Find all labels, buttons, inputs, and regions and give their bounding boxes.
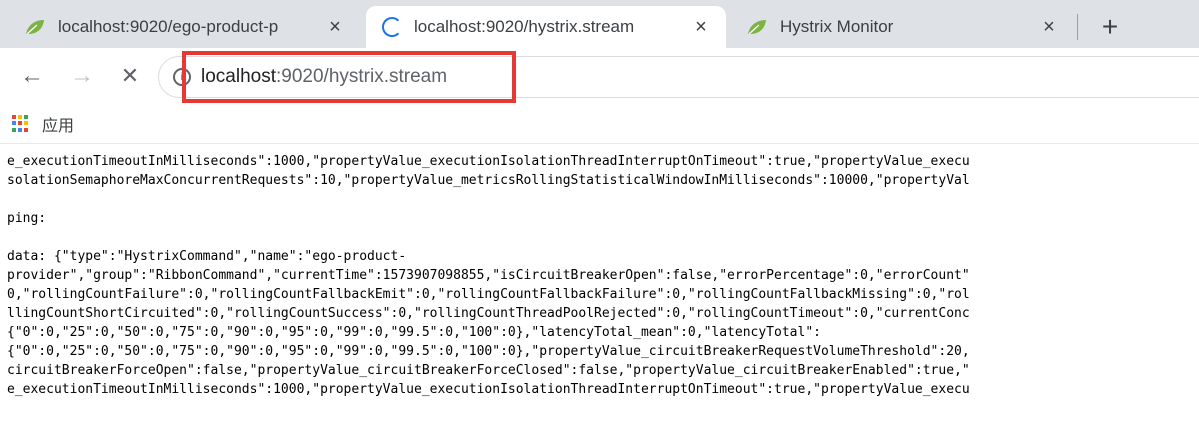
stream-line: circuitBreakerForceOpen":false,"property… [7,363,970,378]
tab-hystrix-monitor[interactable]: Hystrix Monitor × [730,6,1074,48]
ping-line: ping: [7,211,47,226]
stream-line: llingCountShortCircuited":0,"rollingCoun… [7,306,970,321]
stream-line: e_executionTimeoutInMilliseconds":1000,"… [7,154,970,169]
tab-ego-product[interactable]: localhost:9020/ego-product-p × [8,6,360,48]
stream-line: e_executionTimeoutInMilliseconds":1000,"… [7,382,970,397]
stop-button[interactable]: ✕ [114,60,146,92]
leaf-icon [748,20,766,35]
tab-separator [1077,14,1078,40]
tab-strip: localhost:9020/ego-product-p × localhost… [0,0,1199,48]
toolbar: ← → ✕ i localhost:9020/hystrix.stream [0,48,1199,104]
tab-hystrix-stream[interactable]: localhost:9020/hystrix.stream × [366,6,726,48]
bookmarks-bar: 应用 [0,104,1199,144]
back-button[interactable]: ← [16,60,48,92]
loading-spinner-icon [382,17,402,37]
stream-line: {"0":0,"25":0,"50":0,"75":0,"90":0,"95":… [7,325,821,340]
tab-close-button[interactable]: × [324,16,346,38]
apps-icon[interactable] [12,114,30,133]
stream-line: solationSemaphoreMaxConcurrentRequests":… [7,173,970,188]
forward-button[interactable]: → [66,60,98,92]
stream-content: e_executionTimeoutInMilliseconds":1000,"… [0,144,1199,440]
new-tab-button[interactable]: + [1093,10,1127,44]
tab-title: Hystrix Monitor [780,17,894,36]
tab-close-button[interactable]: × [690,16,712,38]
leaf-icon [26,20,44,35]
apps-label[interactable]: 应用 [42,112,74,136]
stream-line: data: {"type":"HystrixCommand","name":"e… [7,249,407,264]
tab-close-button[interactable]: × [1038,16,1060,38]
stream-line: 0,"rollingCountFailure":0,"rollingCountF… [7,287,970,302]
url-highlight-box [182,51,516,103]
tab-title: localhost:9020/ego-product-p [58,17,279,36]
stream-line: provider","group":"RibbonCommand","curre… [7,268,970,283]
stream-line: {"0":0,"25":0,"50":0,"75":0,"90":0,"95":… [7,344,970,359]
tab-title: localhost:9020/hystrix.stream [414,17,635,36]
